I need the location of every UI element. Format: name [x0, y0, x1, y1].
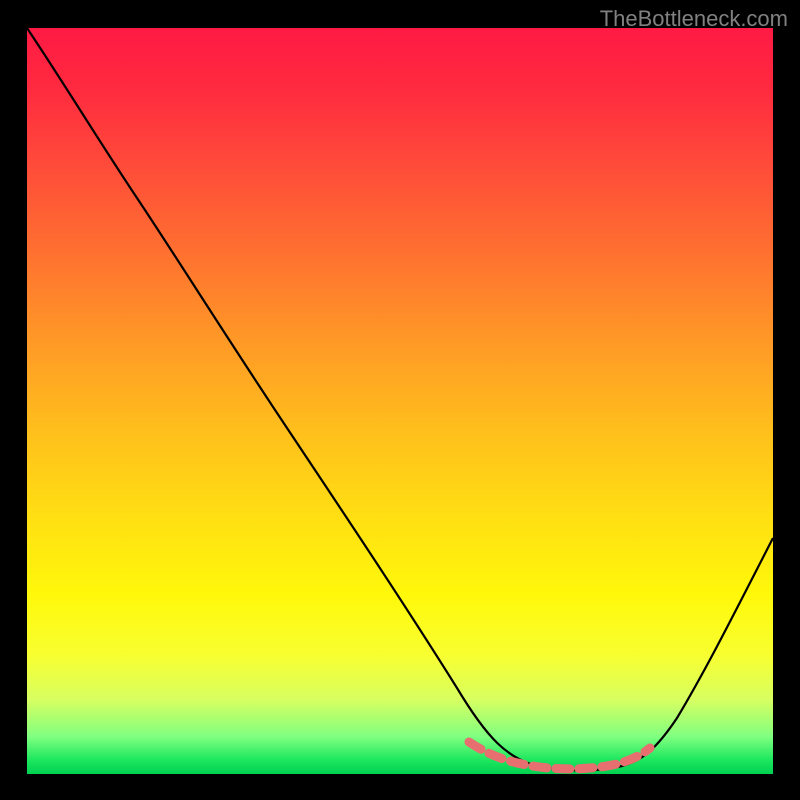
bottleneck-curve-svg	[27, 28, 773, 774]
attribution-text: TheBottleneck.com	[600, 6, 788, 32]
optimal-range-highlight	[469, 742, 650, 769]
chart-plot-area	[27, 28, 773, 774]
bottleneck-curve-path	[27, 28, 773, 771]
